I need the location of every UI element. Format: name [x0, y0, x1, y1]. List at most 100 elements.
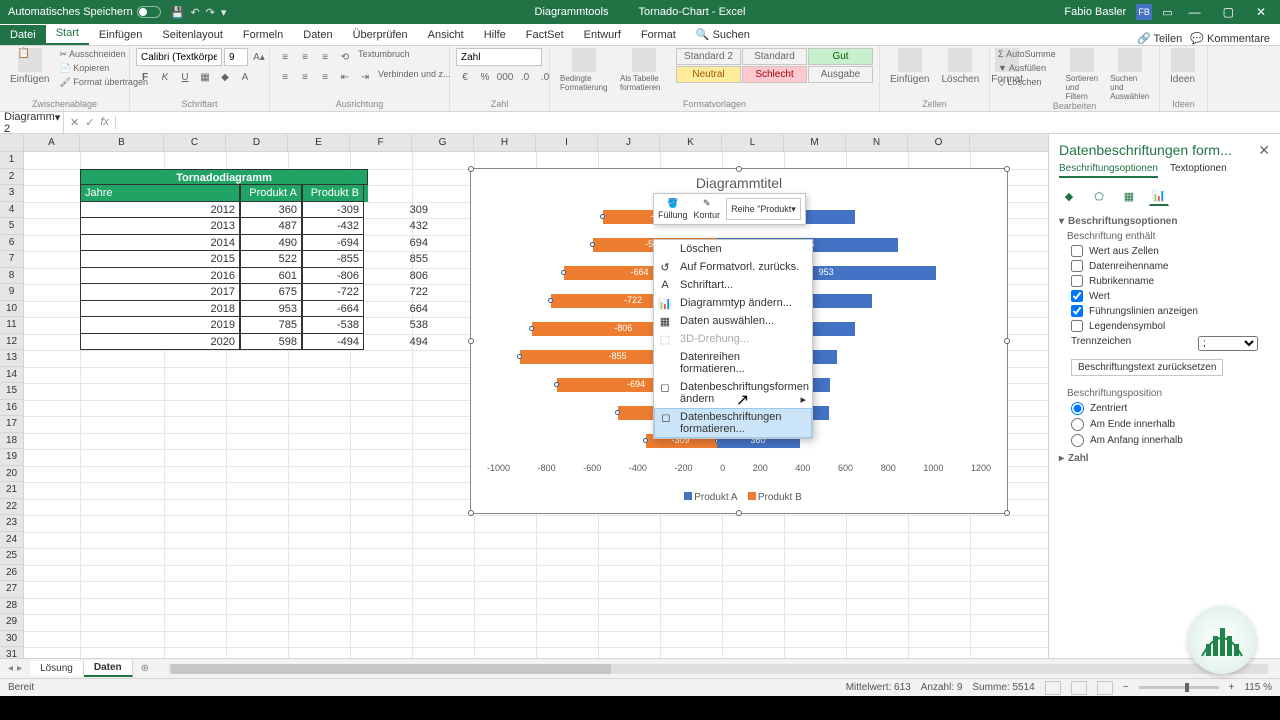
- align-center-icon[interactable]: ≡: [296, 68, 314, 86]
- clear-button[interactable]: ◇ Löschen: [996, 76, 1058, 89]
- row-header[interactable]: 12: [0, 334, 24, 351]
- column-header[interactable]: I: [536, 134, 598, 151]
- increase-decimal-icon[interactable]: .0: [516, 68, 534, 86]
- row-header[interactable]: 6: [0, 235, 24, 252]
- row-header[interactable]: 27: [0, 581, 24, 598]
- cell[interactable]: 664: [370, 301, 432, 318]
- fill-color-button[interactable]: ◆: [216, 68, 234, 86]
- autosave-toggle[interactable]: Automatisches Speichern: [8, 6, 161, 18]
- increase-font-icon[interactable]: A▴: [250, 48, 268, 66]
- chart-x-axis[interactable]: -1000-800-600-400-2000200400600800100012…: [487, 463, 991, 473]
- conditional-formatting-button[interactable]: Bedingte Formatierung: [556, 48, 612, 92]
- row-header[interactable]: 19: [0, 449, 24, 466]
- tab-factset[interactable]: FactSet: [516, 25, 574, 45]
- cell[interactable]: 309: [370, 202, 432, 219]
- column-header[interactable]: H: [474, 134, 536, 151]
- row-header[interactable]: 2: [0, 169, 24, 186]
- column-header[interactable]: E: [288, 134, 350, 151]
- add-sheet-button[interactable]: ⊕: [133, 663, 157, 674]
- ctx-change-chart-type[interactable]: 📊Diagrammtyp ändern...: [654, 294, 812, 312]
- select-all-corner[interactable]: [0, 134, 24, 151]
- row-header[interactable]: 29: [0, 614, 24, 631]
- delete-cells-button[interactable]: Löschen: [937, 48, 983, 85]
- formula-input[interactable]: [116, 121, 1280, 125]
- increase-indent-icon[interactable]: ⇥: [356, 68, 374, 86]
- label-options-icon[interactable]: 📊: [1149, 186, 1169, 206]
- chk-series-name[interactable]: [1071, 260, 1083, 272]
- column-header[interactable]: F: [350, 134, 412, 151]
- merge-button[interactable]: Verbinden und z...: [376, 68, 453, 86]
- tab-formulas[interactable]: Formeln: [233, 25, 293, 45]
- align-middle-icon[interactable]: ≡: [296, 48, 314, 66]
- tab-data[interactable]: Daten: [293, 25, 342, 45]
- cell-style[interactable]: Standard 2: [676, 48, 741, 65]
- column-header[interactable]: O: [908, 134, 970, 151]
- chevron-down-icon[interactable]: ▾: [55, 111, 61, 135]
- ctx-format-series[interactable]: Datenreihen formatieren...: [654, 348, 812, 378]
- cell-style[interactable]: Schlecht: [742, 66, 807, 83]
- font-size-input[interactable]: [224, 48, 248, 66]
- size-icon[interactable]: ▦: [1119, 186, 1139, 206]
- tab-help[interactable]: Hilfe: [474, 25, 516, 45]
- column-header[interactable]: M: [784, 134, 846, 151]
- cell-style[interactable]: Ausgabe: [808, 66, 873, 83]
- column-header[interactable]: B: [80, 134, 164, 151]
- zoom-level[interactable]: 115 %: [1244, 682, 1272, 693]
- currency-icon[interactable]: €: [456, 68, 474, 86]
- tab-file[interactable]: Datei: [0, 25, 46, 45]
- chart-legend[interactable]: Produkt A Produkt B: [471, 492, 1007, 503]
- wrap-text-button[interactable]: Textumbruch: [356, 48, 412, 66]
- sort-filter-button[interactable]: Sortieren und Filtern: [1062, 48, 1102, 101]
- name-box[interactable]: Diagramm 2▾: [0, 109, 64, 137]
- tab-review[interactable]: Überprüfen: [343, 25, 418, 45]
- cancel-icon[interactable]: ✕: [70, 116, 79, 129]
- row-header[interactable]: 17: [0, 416, 24, 433]
- chk-leader-lines[interactable]: [1071, 305, 1083, 317]
- tab-page-layout[interactable]: Seitenlayout: [152, 25, 233, 45]
- column-header[interactable]: N: [846, 134, 908, 151]
- column-header[interactable]: L: [722, 134, 784, 151]
- column-header[interactable]: G: [412, 134, 474, 151]
- row-header[interactable]: 10: [0, 301, 24, 318]
- tab-insert[interactable]: Einfügen: [89, 25, 152, 45]
- row-header[interactable]: 14: [0, 367, 24, 384]
- quick-access-toolbar[interactable]: 💾 ↶ ↷ ▾: [171, 6, 227, 19]
- percent-icon[interactable]: %: [476, 68, 494, 86]
- redo-icon[interactable]: ↷: [206, 6, 215, 19]
- qat-dropdown-icon[interactable]: ▾: [221, 6, 227, 19]
- page-layout-view-button[interactable]: [1071, 681, 1087, 695]
- close-button[interactable]: ✕: [1250, 5, 1272, 19]
- cell[interactable]: 855: [370, 251, 432, 268]
- cell[interactable]: 806: [370, 268, 432, 285]
- sheet-nav-prev-icon[interactable]: ◂: [8, 663, 13, 674]
- column-header[interactable]: A: [24, 134, 80, 151]
- zoom-in-button[interactable]: +: [1229, 682, 1235, 693]
- chart-title[interactable]: Diagrammtitel: [471, 175, 1007, 191]
- chk-value[interactable]: [1071, 290, 1083, 302]
- decrease-indent-icon[interactable]: ⇤: [336, 68, 354, 86]
- reset-label-text-button[interactable]: Beschriftungstext zurücksetzen: [1071, 359, 1223, 376]
- column-header[interactable]: J: [598, 134, 660, 151]
- row-header[interactable]: 30: [0, 631, 24, 648]
- bold-button[interactable]: F: [136, 68, 154, 86]
- user-avatar[interactable]: FB: [1136, 4, 1152, 20]
- row-header[interactable]: 4: [0, 202, 24, 219]
- ctx-delete[interactable]: Löschen: [654, 240, 812, 258]
- font-name-input[interactable]: [136, 48, 222, 66]
- row-header[interactable]: 24: [0, 532, 24, 549]
- row-header[interactable]: 31: [0, 647, 24, 658]
- row-header[interactable]: 21: [0, 482, 24, 499]
- row-header[interactable]: 13: [0, 350, 24, 367]
- column-header[interactable]: C: [164, 134, 226, 151]
- sheet-tab-daten[interactable]: Daten: [84, 660, 133, 677]
- row-header[interactable]: 5: [0, 218, 24, 235]
- fill-line-icon[interactable]: ◆: [1059, 186, 1079, 206]
- cell[interactable]: 694: [370, 235, 432, 252]
- cell-style[interactable]: Neutral: [676, 66, 741, 83]
- sheet-tab-loesung[interactable]: Lösung: [30, 661, 84, 676]
- column-header[interactable]: D: [226, 134, 288, 151]
- cell[interactable]: 432: [370, 218, 432, 235]
- ideas-button[interactable]: Ideen: [1166, 48, 1199, 85]
- row-header[interactable]: 15: [0, 383, 24, 400]
- radio-center[interactable]: [1071, 402, 1084, 415]
